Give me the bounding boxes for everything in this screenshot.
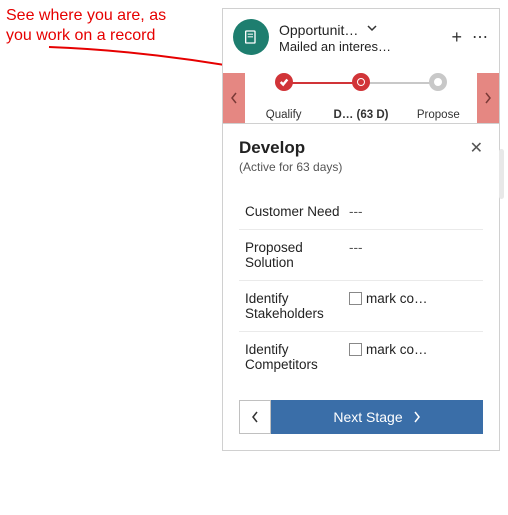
prev-stage-button[interactable] (239, 400, 271, 434)
field-label: Identify Stakeholders (239, 291, 349, 321)
bpf-stage-qualify[interactable]: Qualify (245, 73, 322, 123)
next-stage-button[interactable]: Next Stage (271, 400, 483, 434)
field-row[interactable]: Identify Stakeholders mark co… (239, 281, 483, 332)
scrollbar[interactable] (499, 149, 504, 199)
field-value: --- (349, 204, 483, 219)
stage-next-icon (429, 73, 447, 91)
stage-done-icon (275, 73, 293, 91)
record-title: Opportunit… (279, 22, 358, 38)
panel-header: Opportunit… Mailed an interes… + ⋯ (223, 9, 499, 63)
bpf-prev-button[interactable] (223, 73, 245, 123)
stage-duration: (Active for 63 days) (239, 160, 342, 174)
stage-active-icon (352, 73, 370, 91)
field-row[interactable]: Proposed Solution --- (239, 230, 483, 281)
stage-label: Propose (400, 109, 477, 121)
field-label: Identify Competitors (239, 342, 349, 372)
record-type-icon (233, 19, 269, 55)
field-value: --- (349, 240, 483, 255)
record-subtitle: Mailed an interes… (279, 39, 451, 54)
business-process-flow: Qualify D… (63 D) Propose (223, 73, 499, 123)
field-row[interactable]: Customer Need --- (239, 194, 483, 230)
bpf-stage-develop[interactable]: D… (63 D) (322, 73, 399, 123)
chevron-down-icon[interactable] (366, 21, 378, 39)
stage-name: Develop (239, 138, 342, 158)
chevron-right-icon (413, 411, 421, 423)
annotation-callout: See where you are, asyou work on a recor… (6, 6, 166, 46)
stage-detail: Develop (Active for 63 days) ✕ Customer … (223, 123, 499, 450)
stage-label: D… (63 D) (322, 109, 399, 121)
stage-label: Qualify (245, 109, 322, 121)
field-row[interactable]: Identify Competitors mark co… (239, 332, 483, 382)
add-button[interactable]: + (451, 27, 462, 48)
close-icon[interactable]: ✕ (470, 138, 483, 158)
bpf-stage-propose[interactable]: Propose (400, 73, 477, 123)
checkbox-label: mark co… (366, 342, 428, 357)
more-options-button[interactable]: ⋯ (472, 27, 489, 47)
checkbox[interactable] (349, 292, 362, 305)
field-label: Proposed Solution (239, 240, 349, 270)
record-panel: Opportunit… Mailed an interes… + ⋯ (222, 8, 500, 451)
bpf-next-button[interactable] (477, 73, 499, 123)
field-label: Customer Need (239, 204, 349, 219)
checkbox[interactable] (349, 343, 362, 356)
next-stage-label: Next Stage (333, 409, 402, 425)
checkbox-label: mark co… (366, 291, 428, 306)
